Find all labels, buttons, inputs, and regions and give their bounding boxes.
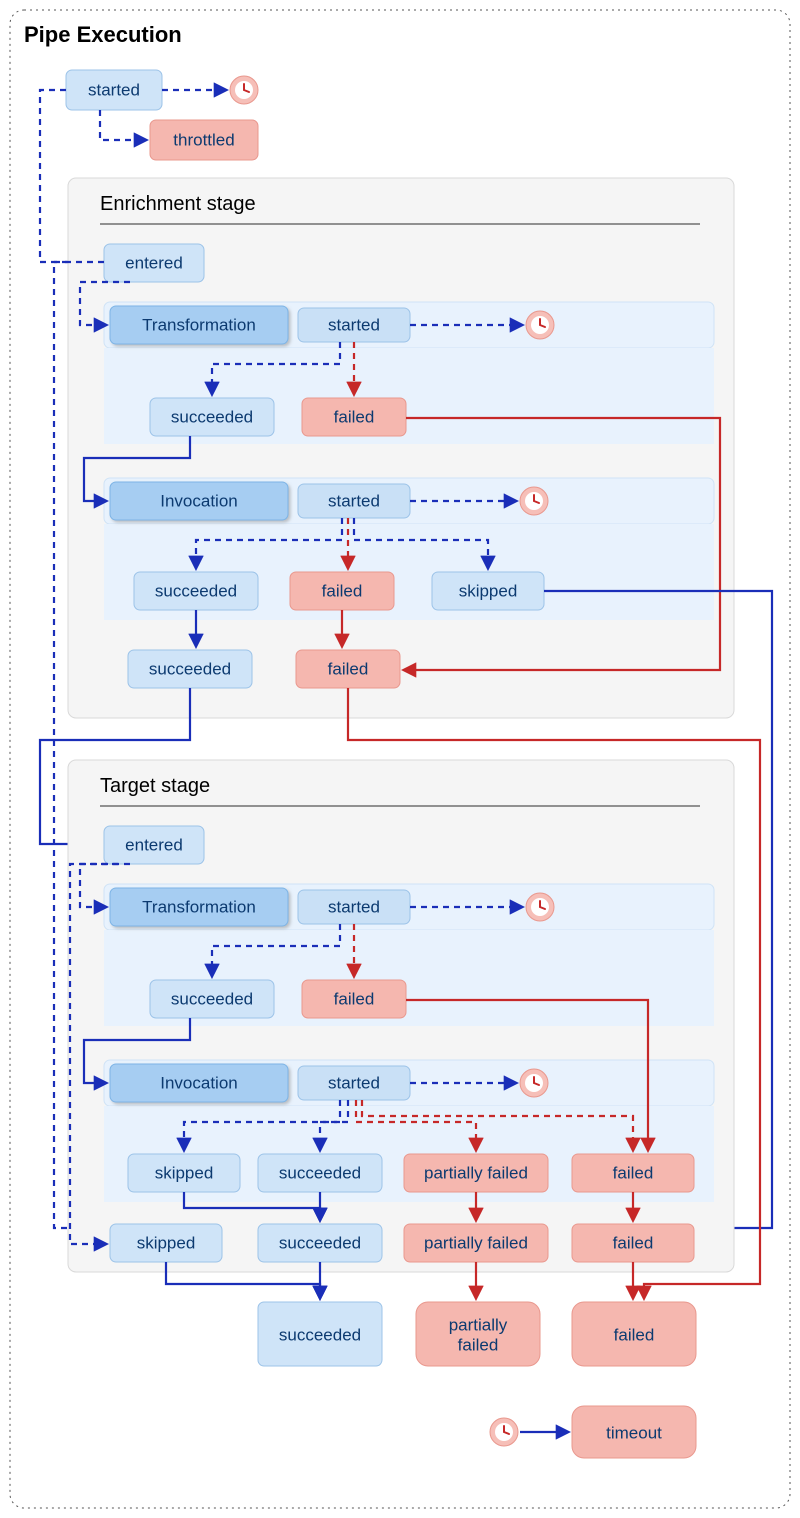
label: failed (322, 581, 363, 600)
label-throttled: throttled (173, 130, 234, 149)
pipe-execution-diagram: Pipe Execution started throttled Enrichm… (0, 0, 800, 1518)
label: entered (125, 253, 183, 272)
edge (100, 110, 146, 140)
label: skipped (137, 1233, 196, 1252)
label: succeeded (279, 1325, 361, 1344)
label: skipped (459, 581, 518, 600)
target-stage-title: Target stage (100, 775, 210, 797)
clock-icon (520, 487, 548, 515)
label: succeeded (155, 581, 237, 600)
clock-icon (526, 893, 554, 921)
label: Invocation (160, 1073, 238, 1092)
label: failed (334, 989, 375, 1008)
label: timeout (606, 1423, 662, 1442)
label: entered (125, 835, 183, 854)
enrichment-stage-title: Enrichment stage (100, 193, 256, 215)
label: failed (613, 1233, 654, 1252)
label-started: started (88, 80, 140, 99)
label: failed (613, 1163, 654, 1182)
clock-icon (526, 311, 554, 339)
label: partially failed (424, 1163, 528, 1182)
label: started (328, 491, 380, 510)
label: succeeded (279, 1233, 361, 1252)
diagram-title: Pipe Execution (24, 22, 182, 47)
label: partially failed (424, 1233, 528, 1252)
label: Invocation (160, 491, 238, 510)
label: failed (328, 659, 369, 678)
label: failed (458, 1335, 499, 1354)
label: Transformation (142, 897, 256, 916)
label: started (328, 897, 380, 916)
label: Transformation (142, 315, 256, 334)
clock-icon (230, 76, 258, 104)
clock-icon (490, 1418, 518, 1446)
label: succeeded (149, 659, 231, 678)
label: partially (449, 1315, 508, 1334)
label: started (328, 1073, 380, 1092)
label: started (328, 315, 380, 334)
label: failed (614, 1325, 655, 1344)
label: succeeded (171, 407, 253, 426)
label: succeeded (279, 1163, 361, 1182)
label: succeeded (171, 989, 253, 1008)
clock-icon (520, 1069, 548, 1097)
label: skipped (155, 1163, 214, 1182)
label: failed (334, 407, 375, 426)
